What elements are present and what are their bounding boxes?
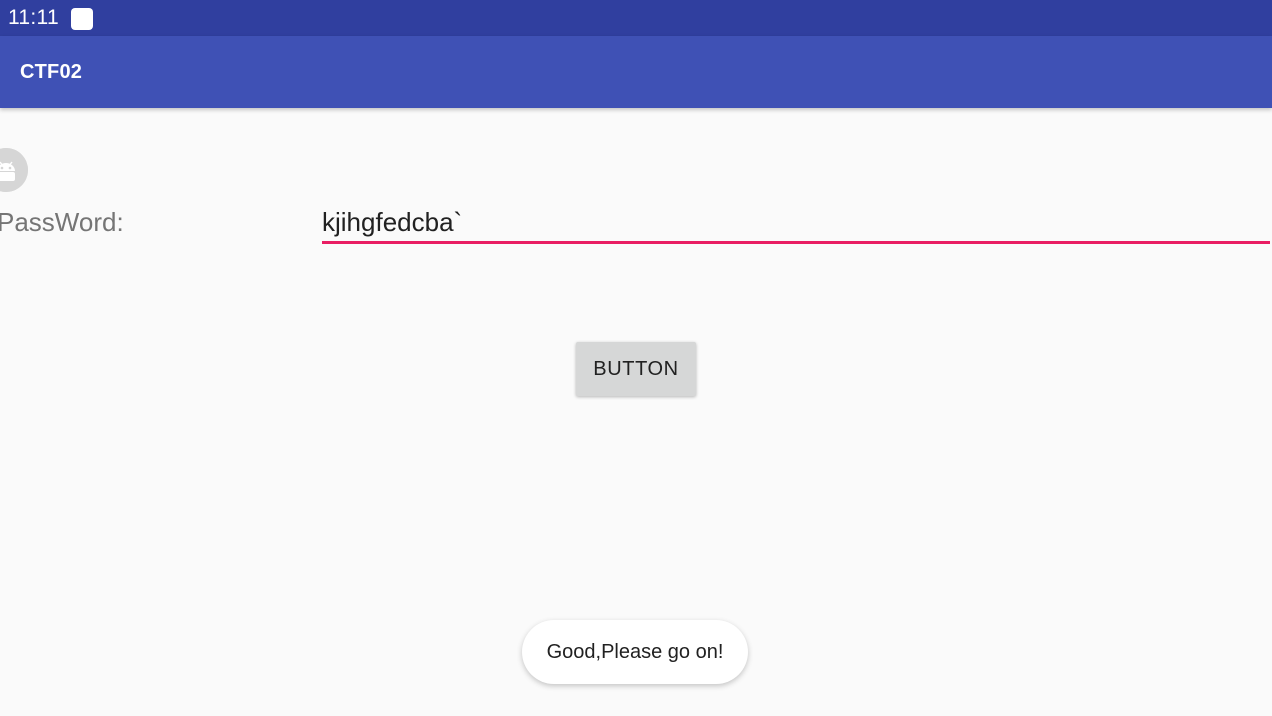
notification-square-icon [71,8,93,30]
app-title: CTF02 [20,61,83,83]
toast-message: Good,Please go on! [522,620,748,684]
app-bar: CTF02 [0,36,1272,108]
password-input[interactable] [322,204,1270,244]
android-default-avatar-icon [0,148,28,192]
status-bar: 11:11 [0,0,1272,36]
password-label: PassWord: [0,207,124,237]
app-screen: 11:11 CTF02 PassWord: BUTTON Good,Please… [0,0,1272,716]
submit-button[interactable]: BUTTON [576,342,696,396]
status-time: 11:11 [8,6,59,29]
